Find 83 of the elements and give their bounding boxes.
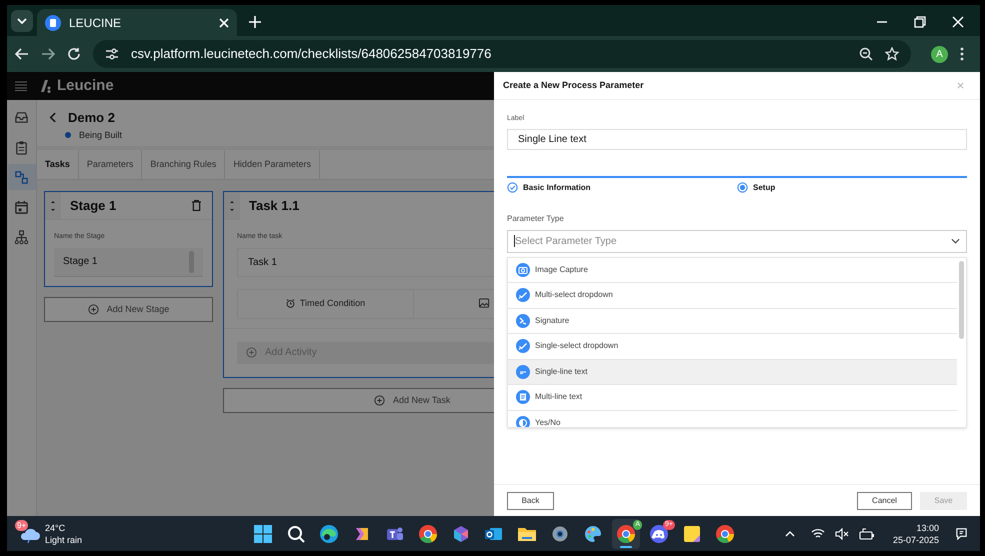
check-icon (516, 288, 530, 302)
scrollbar-thumb[interactable] (959, 260, 964, 338)
task-title: Task 1.1 (249, 197, 300, 216)
temperature-text: 24°C (45, 522, 66, 534)
bookmark-icon[interactable] (885, 47, 899, 61)
wifi-icon[interactable] (810, 528, 825, 539)
brand-name: Leucine (57, 76, 114, 96)
hierarchy-icon (14, 230, 29, 244)
chevron-icon[interactable] (784, 530, 795, 536)
trash-icon[interactable] (192, 200, 201, 211)
site-settings-icon[interactable] (105, 47, 119, 61)
check-icon (516, 339, 530, 354)
volume-muted-icon[interactable] (834, 528, 849, 540)
nav-item[interactable] (8, 164, 36, 190)
reload-icon[interactable] (67, 47, 81, 61)
notification-badge: 9+ (15, 520, 28, 530)
image-icon[interactable] (479, 298, 490, 309)
calendar-icon (14, 200, 29, 214)
option-item[interactable]: Signature (508, 308, 957, 334)
new-tab-icon[interactable] (249, 16, 261, 28)
windows-icon (253, 524, 273, 544)
logo-icon (39, 79, 53, 93)
parameter-type-dropdown[interactable]: Select Parameter Type (507, 230, 967, 252)
label-field[interactable]: Single Line text (507, 128, 967, 150)
chrome-icon (715, 524, 735, 544)
flow-icon (14, 170, 29, 184)
stage-title: Stage 1 (70, 196, 118, 215)
alarm-icon (286, 299, 295, 308)
reorder-icon[interactable] (228, 198, 236, 214)
chrome-icon (418, 524, 438, 544)
back-icon[interactable] (49, 112, 56, 124)
option-item[interactable]: Single-select dropdown (508, 334, 957, 360)
zoom-icon[interactable] (859, 47, 873, 61)
add-icon (374, 395, 385, 406)
weather-text: Light rain (45, 534, 82, 546)
add-icon (246, 347, 257, 358)
clock[interactable]: 13:00 25-07-2025 (892, 522, 939, 546)
inbox-icon (14, 110, 29, 124)
chrome-icon (616, 524, 636, 544)
forward-icon[interactable] (41, 47, 55, 61)
cancel-button[interactable]: Cancel (857, 492, 912, 510)
tab-list-button[interactable] (11, 10, 33, 32)
add-icon (88, 304, 99, 315)
drawer-title: Create a New Process Parameter (503, 78, 645, 92)
add-stage-button[interactable]: Add New Stage (44, 297, 213, 322)
url-text: csv.platform.leucinetech.com/checklists/648062584703819776 (131, 45, 492, 64)
option-item[interactable]: Single-line text (508, 360, 957, 385)
battery-icon[interactable] (858, 528, 875, 540)
clipboard-icon (14, 140, 29, 154)
restore-icon[interactable] (914, 16, 926, 28)
browser-tab[interactable]: LEUCINE (37, 9, 237, 36)
step[interactable]: Setup (737, 182, 967, 194)
edge-icon (319, 524, 339, 544)
tab[interactable]: Tasks (37, 150, 79, 179)
timed-condition-button[interactable]: Timed Condition (238, 290, 414, 318)
back-button[interactable]: Back (507, 492, 554, 510)
sticky-note-icon (682, 524, 702, 544)
address-field[interactable]: csv.platform.leucinetech.com/checklists/648062584703819776 (93, 40, 911, 68)
caret-icon (951, 238, 960, 244)
palette-icon (583, 524, 603, 544)
tab[interactable]: Parameters (78, 150, 142, 179)
status-text: Being Built (79, 128, 122, 142)
document-icon (516, 390, 530, 404)
menu-icon[interactable] (960, 47, 964, 61)
tab[interactable]: Branching Rules (142, 150, 226, 179)
field-caption: Parameter Type (507, 212, 565, 224)
checklist-title: Demo 2 (68, 109, 115, 127)
option-item[interactable]: Multi-select dropdown (508, 283, 957, 308)
camera-icon (516, 262, 530, 277)
tab-title: LEUCINE (69, 14, 122, 32)
notifications-icon[interactable] (955, 527, 968, 540)
tab[interactable]: Hidden Parameters (225, 150, 320, 179)
cloud-icon (19, 526, 41, 542)
search-icon (286, 524, 306, 544)
settings-icon (550, 524, 570, 544)
stage-name-field[interactable]: Stage 1 (54, 248, 203, 276)
option-item[interactable]: Image Capture (508, 258, 957, 283)
office-icon (451, 524, 471, 544)
option-item[interactable]: Yes/No (508, 410, 957, 426)
signature-icon (516, 314, 530, 328)
site-icon (45, 14, 61, 30)
step[interactable]: Basic Information (507, 182, 737, 194)
option-item[interactable]: Multi-line text (508, 385, 957, 410)
